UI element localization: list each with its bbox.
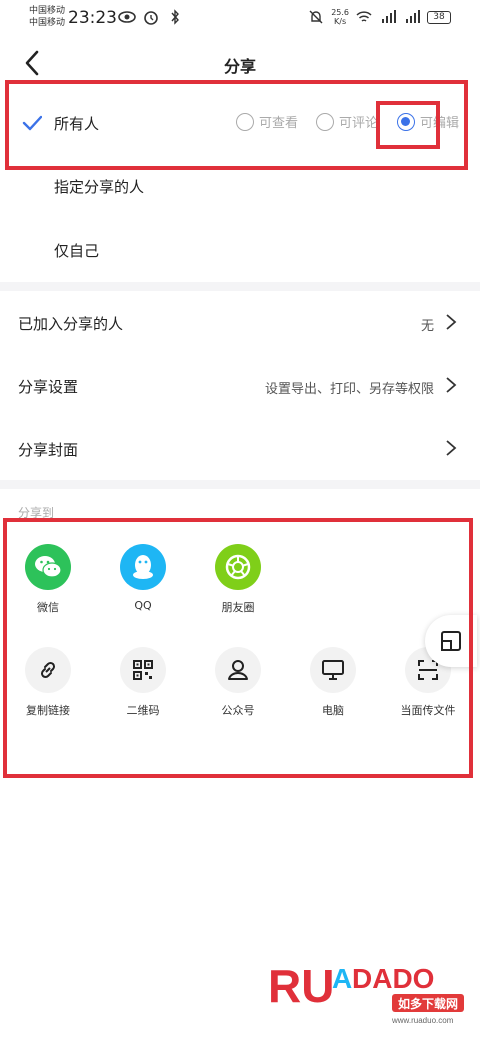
audience-specific-row[interactable]: 指定分享的人 bbox=[54, 176, 144, 197]
share-settings-row[interactable]: 分享设置 设置导出、打印、另存等权限 bbox=[0, 354, 480, 417]
clock: 23:23 bbox=[68, 8, 117, 28]
share-settings-value: 设置导出、打印、另存等权限 bbox=[264, 382, 434, 397]
svg-text:www.ruaduo.com: www.ruaduo.com bbox=[391, 1016, 454, 1025]
carrier-1: 中国移动 bbox=[29, 6, 66, 16]
chevron-right-icon bbox=[446, 377, 457, 393]
joined-people-row[interactable]: 已加入分享的人 无 bbox=[0, 291, 480, 354]
section-divider bbox=[0, 480, 480, 489]
carrier-labels: 中国移动 中国移动 bbox=[29, 5, 65, 29]
section-divider bbox=[0, 282, 480, 291]
share-settings-label: 分享设置 bbox=[18, 378, 79, 396]
watermark-logo: RU A DADO 如多下载网 www.ruaduo.com bbox=[268, 950, 468, 1030]
joined-people-label: 已加入分享的人 bbox=[18, 315, 124, 333]
svg-text:DADO: DADO bbox=[352, 963, 434, 994]
svg-text:A: A bbox=[332, 963, 352, 994]
share-cover-label: 分享封面 bbox=[18, 441, 79, 459]
mute-icon bbox=[309, 10, 323, 24]
carrier-2: 中国移动 bbox=[29, 18, 66, 28]
net-speed-unit: K/s bbox=[334, 17, 347, 26]
svg-text:RU: RU bbox=[268, 960, 334, 1012]
svg-text:如多下载网: 如多下载网 bbox=[398, 996, 458, 1011]
net-speed-value: 25.6 bbox=[331, 8, 349, 17]
eye-icon bbox=[118, 11, 136, 23]
chevron-right-icon bbox=[446, 440, 457, 456]
joined-people-value: 无 bbox=[420, 319, 434, 334]
status-icons-left bbox=[118, 9, 184, 25]
status-bar: 中国移动 中国移动 23:23 25.6 K/s 38 bbox=[0, 0, 480, 36]
chevron-right-icon bbox=[446, 314, 457, 330]
audience-only-me-row[interactable]: 仅自己 bbox=[54, 240, 99, 261]
page-title: 分享 bbox=[223, 57, 256, 76]
battery-indicator: 38 bbox=[427, 10, 451, 24]
wifi-icon bbox=[356, 11, 372, 22]
net-speed: 25.6 K/s bbox=[331, 8, 349, 26]
signal-icon-2 bbox=[406, 10, 420, 23]
alarm-icon bbox=[144, 11, 158, 25]
annotation-box-share-targets bbox=[3, 518, 473, 778]
bluetooth-icon bbox=[171, 9, 179, 25]
annotation-box-edit bbox=[376, 101, 440, 149]
status-icons-right: 25.6 K/s 38 bbox=[307, 8, 451, 26]
signal-icon-1 bbox=[382, 10, 396, 23]
share-cover-row[interactable]: 分享封面 bbox=[0, 417, 480, 480]
